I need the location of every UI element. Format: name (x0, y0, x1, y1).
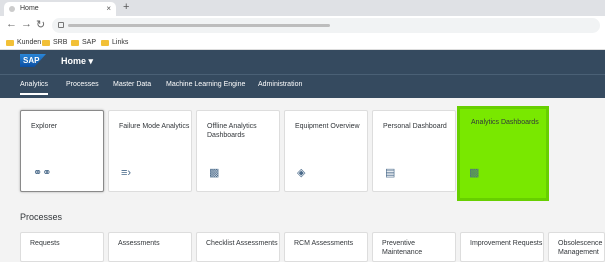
tile-label: Analytics Dashboards (471, 119, 539, 126)
browser-tabstrip: Home × + (0, 0, 605, 16)
dashboard-icon: ▩ (209, 167, 220, 179)
new-tab-button[interactable]: + (123, 1, 129, 13)
tile-equipment-overview[interactable]: Equipment Overview ◈ (284, 110, 368, 192)
folder-icon (42, 39, 50, 46)
blurred-url (68, 24, 330, 27)
tab-analytics[interactable]: Analytics (20, 81, 49, 95)
equipment-icon: ◈ (297, 167, 306, 179)
back-icon[interactable]: ← (6, 18, 17, 30)
tile-label: Explorer (31, 123, 58, 130)
binoculars-icon: ⚭⚭ (33, 167, 52, 179)
dashboard-icon: ▩ (469, 167, 480, 179)
lock-icon (58, 22, 64, 28)
tile-personal-dashboard[interactable]: Personal Dashboard ▤ (372, 110, 456, 192)
tile-explorer[interactable]: Explorer ⚭⚭ (20, 110, 104, 192)
folder-icon (6, 39, 14, 46)
reload-icon[interactable]: ↻ (36, 18, 45, 31)
tab-machine-learning-engine[interactable]: Machine Learning Engine (166, 81, 245, 88)
tab-processes[interactable]: Processes (66, 81, 99, 88)
folder-icon (101, 39, 109, 46)
favicon-icon (9, 6, 15, 12)
shell-bar: SAP Home ▾ (0, 50, 605, 74)
flow-icon: ≡› (121, 167, 132, 179)
browser-toolbar: ← → ↻ (0, 16, 605, 35)
tab-master-data[interactable]: Master Data (113, 81, 151, 88)
home-menu[interactable]: Home ▾ (61, 56, 93, 67)
tile-label: Offline Analytics Dashboards (207, 123, 257, 139)
close-tab-icon[interactable]: × (106, 4, 111, 13)
forward-icon[interactable]: → (21, 18, 32, 30)
folder-icon (71, 39, 79, 46)
bookmarks-bar: Kunden SRB SAP Links (0, 35, 605, 50)
tab-title: Home (20, 5, 39, 12)
tile-failure-mode-analytics[interactable]: Failure Mode Analytics ≡› (108, 110, 192, 192)
tile-label: Personal Dashboard (383, 123, 447, 130)
browser-tab[interactable]: Home × (4, 2, 116, 16)
address-bar[interactable] (52, 18, 600, 33)
document-icon: ▤ (385, 167, 396, 179)
tile-label: Equipment Overview (295, 123, 360, 130)
bookmark-links[interactable]: Links (101, 39, 128, 46)
tile-offline-analytics-dashboards[interactable]: Offline Analytics Dashboards ▩ (196, 110, 280, 192)
section-title-processes: Processes (20, 212, 63, 222)
nav-bar: Analytics Processes Master Data Machine … (0, 74, 605, 98)
tile-label: Failure Mode Analytics (119, 123, 190, 130)
bookmark-sap[interactable]: SAP (71, 39, 96, 46)
sap-logo[interactable]: SAP (20, 54, 46, 67)
bookmark-kunden[interactable]: Kunden (6, 39, 41, 46)
tile-analytics-dashboards[interactable]: Analytics Dashboards ▩ (457, 106, 549, 201)
tab-administration[interactable]: Administration (258, 81, 302, 88)
bookmark-srb[interactable]: SRB (42, 39, 67, 46)
